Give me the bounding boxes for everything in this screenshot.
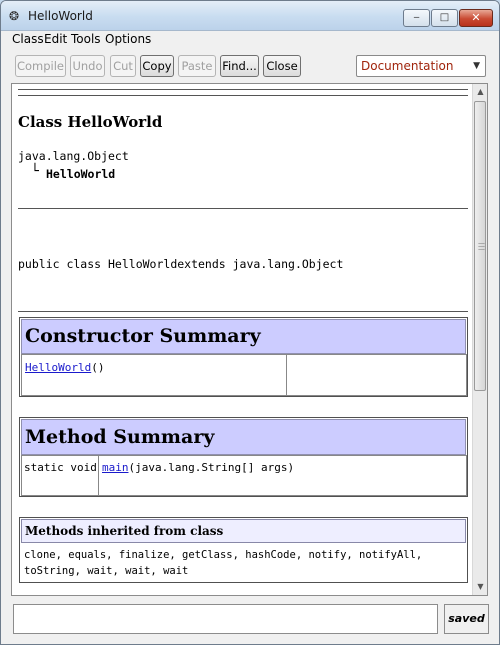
menu-options[interactable]: Options bbox=[105, 31, 151, 47]
vertical-scrollbar[interactable]: ▲ — — — ▼ bbox=[472, 84, 487, 595]
hierarchy-child: HelloWorld bbox=[46, 167, 116, 181]
method-entry: main(java.lang.String[] args) bbox=[102, 461, 294, 474]
main-method-link[interactable]: main bbox=[102, 461, 129, 474]
class-heading: Class HelloWorld bbox=[18, 113, 163, 131]
maximize-button[interactable]: □ bbox=[431, 9, 458, 27]
method-modifier: static void bbox=[24, 461, 97, 474]
copy-button[interactable]: Copy bbox=[140, 55, 174, 77]
view-mode-value: Documentation bbox=[361, 59, 454, 73]
view-mode-select[interactable]: Documentation ▼ bbox=[356, 55, 486, 77]
status-message-field bbox=[13, 604, 438, 634]
constructor-summary-title: Constructor Summary bbox=[21, 319, 466, 354]
method-signature-cell: main(java.lang.String[] args) bbox=[98, 455, 467, 496]
top-rule-1 bbox=[18, 89, 468, 90]
scroll-down-arrow-icon[interactable]: ▼ bbox=[473, 579, 487, 595]
hierarchy-connector: └ bbox=[31, 164, 39, 179]
method-summary-table: Method Summary static void main(java.lan… bbox=[19, 417, 468, 497]
top-rule-2 bbox=[18, 95, 468, 96]
method-summary-title: Method Summary bbox=[21, 419, 466, 455]
hierarchy-parent: java.lang.Object bbox=[18, 149, 129, 163]
find-button[interactable]: Find... bbox=[220, 55, 259, 77]
constructor-cell: HelloWorld() bbox=[21, 354, 287, 396]
bluej-editor-window: ❂ HelloWorld ‒ □ ✕ Class Edit Tools Opti… bbox=[0, 0, 500, 645]
paste-button[interactable]: Paste bbox=[178, 55, 216, 77]
inherited-methods-table: Methods inherited from class clone, equa… bbox=[19, 517, 468, 583]
class-declaration: public class HelloWorldextends java.lang… bbox=[18, 257, 344, 271]
section-rule-1 bbox=[18, 208, 468, 209]
close-window-button[interactable]: ✕ bbox=[459, 9, 493, 27]
grip-icon: — — — bbox=[478, 239, 485, 253]
constructor-entry: HelloWorld() bbox=[25, 361, 104, 374]
inherited-methods-line-1: clone, equals, finalize, getClass, hashC… bbox=[24, 549, 423, 561]
compile-button[interactable]: Compile bbox=[15, 55, 66, 77]
menu-bar: Class Edit Tools Options bbox=[1, 31, 499, 47]
menu-tools[interactable]: Tools bbox=[71, 31, 101, 47]
saved-indicator: saved bbox=[444, 604, 489, 634]
menu-class[interactable]: Class bbox=[12, 31, 44, 47]
minimize-button[interactable]: ‒ bbox=[403, 9, 430, 27]
cut-button[interactable]: Cut bbox=[110, 55, 136, 77]
app-icon: ❂ bbox=[9, 9, 20, 23]
undo-button[interactable]: Undo bbox=[70, 55, 105, 77]
close-button[interactable]: Close bbox=[263, 55, 301, 77]
constructor-parens: () bbox=[91, 361, 105, 374]
inherited-methods-title: Methods inherited from class bbox=[21, 519, 466, 543]
section-rule-2 bbox=[18, 311, 468, 312]
chevron-down-icon: ▼ bbox=[473, 61, 480, 71]
toolbar: Compile Undo Cut Copy Paste Find... Clos… bbox=[1, 47, 499, 85]
scroll-up-arrow-icon[interactable]: ▲ bbox=[473, 84, 487, 100]
method-signature: (java.lang.String[] args) bbox=[128, 461, 295, 474]
method-modifier-cell: static void bbox=[21, 455, 99, 496]
constructor-link[interactable]: HelloWorld bbox=[25, 361, 91, 374]
documentation-content: Class HelloWorld java.lang.Object └ Hell… bbox=[12, 84, 472, 595]
window-title: HelloWorld bbox=[28, 9, 93, 23]
constructor-description-cell bbox=[286, 354, 467, 396]
title-bar[interactable]: ❂ HelloWorld ‒ □ ✕ bbox=[1, 1, 499, 31]
menu-edit[interactable]: Edit bbox=[44, 31, 67, 47]
documentation-panel[interactable]: Class HelloWorld java.lang.Object └ Hell… bbox=[11, 83, 488, 596]
constructor-summary-table: Constructor Summary HelloWorld() bbox=[19, 317, 468, 397]
inherited-methods-line-2: toString, wait, wait, wait bbox=[24, 565, 189, 577]
scrollbar-thumb[interactable]: — — — bbox=[474, 101, 486, 391]
